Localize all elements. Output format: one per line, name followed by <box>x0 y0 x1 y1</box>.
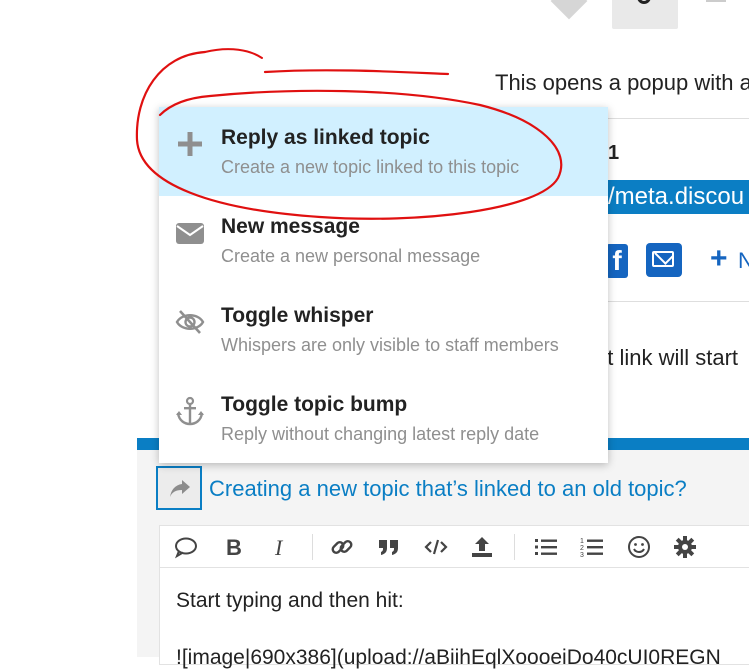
svg-text:3: 3 <box>580 552 584 559</box>
quote-bubble-icon[interactable] <box>174 535 198 559</box>
menu-item-toggle-whisper[interactable]: Toggle whisper Whispers are only visible… <box>159 285 608 374</box>
after-text: at link will start <box>595 345 739 370</box>
share-post-number: 1 <box>608 142 620 164</box>
numbered-list-icon[interactable]: 123 <box>580 535 604 559</box>
eye-slash-icon <box>175 310 205 334</box>
top-divider <box>706 0 726 2</box>
menu-item-title: Toggle topic bump <box>221 393 408 416</box>
bold-icon[interactable]: B <box>222 535 246 559</box>
svg-text:B: B <box>226 535 242 559</box>
share-arrow-icon <box>170 480 190 497</box>
editor-text-line[interactable]: ![image|690x386](upload://aBiihEqlXoooei… <box>176 646 749 670</box>
menu-item-new-message[interactable]: New message Create a new personal messag… <box>159 196 608 285</box>
new-topic-label[interactable]: N <box>738 248 749 274</box>
svg-text:1: 1 <box>580 538 584 545</box>
new-topic-plus-icon[interactable]: + <box>710 242 728 276</box>
anchor-icon <box>176 396 204 426</box>
svg-text:2: 2 <box>580 545 584 552</box>
toolbar-separator <box>312 534 313 560</box>
envelope-icon <box>176 223 204 244</box>
menu-item-description: Create a new personal message <box>221 246 481 266</box>
menu-item-description: Create a new topic linked to this topic <box>221 157 520 177</box>
menu-item-toggle-topic-bump[interactable]: Toggle topic bump Reply without changing… <box>159 374 608 463</box>
editor-toolbar: B I 123 <box>160 526 749 568</box>
share-url-field[interactable]: /meta.discou <box>604 180 749 214</box>
email-share-icon[interactable] <box>646 243 682 277</box>
italic-icon[interactable]: I <box>268 535 292 559</box>
plus-icon <box>178 132 202 156</box>
reply-options-menu: Reply as linked topic Create a new topic… <box>159 107 608 463</box>
menu-item-description: Whispers are only visible to staff membe… <box>221 335 559 355</box>
menu-item-title: New message <box>221 215 360 238</box>
emoji-icon[interactable] <box>627 535 651 559</box>
menu-item-title: Toggle whisper <box>221 304 374 327</box>
linked-topic-title[interactable]: Creating a new topic that’s linked to an… <box>209 476 687 502</box>
reply-actions-button[interactable] <box>156 466 202 510</box>
menu-item-reply-as-linked-topic[interactable]: Reply as linked topic Create a new topic… <box>159 107 608 196</box>
toolbar-separator <box>514 534 515 560</box>
menu-item-title: Reply as linked topic <box>221 126 430 149</box>
code-icon[interactable] <box>424 535 448 559</box>
upload-icon[interactable] <box>470 535 494 559</box>
facebook-share-icon[interactable]: f <box>606 244 628 278</box>
top-toolbar-button[interactable] <box>612 0 678 29</box>
bullet-list-icon[interactable] <box>534 535 558 559</box>
link-icon[interactable] <box>330 535 354 559</box>
top-diamond-shape <box>550 0 588 20</box>
gear-icon[interactable] <box>673 535 697 559</box>
menu-item-description: Reply without changing latest reply date <box>221 424 540 444</box>
search-icon <box>637 0 651 4</box>
intro-text: This opens a popup with a <box>495 70 749 95</box>
blockquote-icon[interactable] <box>377 535 401 559</box>
svg-text:I: I <box>274 535 284 559</box>
editor-text-line[interactable]: Start typing and then hit: <box>176 589 404 613</box>
